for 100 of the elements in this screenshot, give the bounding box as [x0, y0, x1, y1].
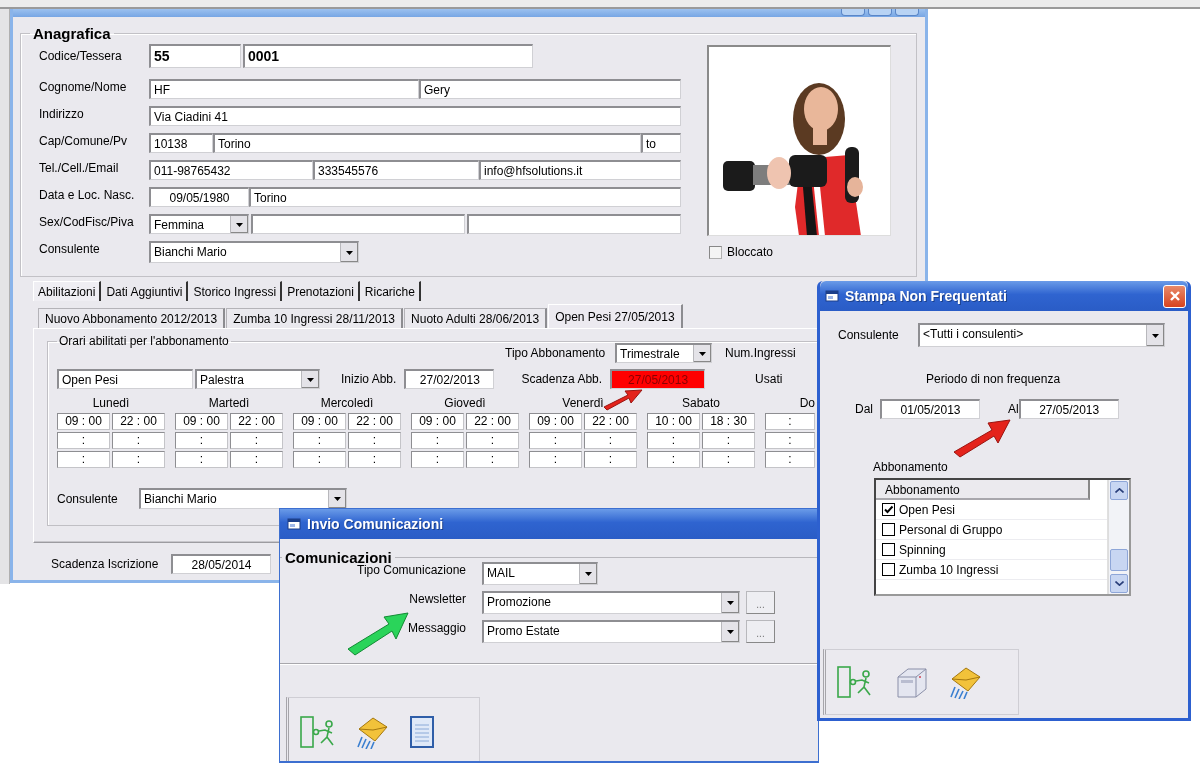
time-field[interactable]: : — [765, 432, 815, 449]
time-field[interactable]: 09 : 00 — [529, 413, 582, 430]
time-field[interactable]: : — [647, 432, 700, 449]
time-field[interactable]: : — [529, 432, 582, 449]
text-field[interactable]: Open Pesi — [57, 369, 193, 389]
checkbox[interactable] — [882, 563, 895, 576]
tab[interactable]: Ricariche — [359, 281, 421, 301]
checkbox[interactable] — [709, 245, 722, 259]
scrollbar-thumb[interactable] — [1110, 549, 1128, 571]
time-field[interactable]: : — [112, 432, 165, 449]
checkbox[interactable] — [882, 503, 895, 516]
checkbox[interactable] — [882, 543, 895, 556]
section-label: Periodo di non frequenza — [926, 372, 1061, 386]
time-field[interactable]: 22 : 00 — [584, 413, 637, 430]
dropdown[interactable]: Trimestrale — [615, 343, 712, 363]
list-item[interactable]: Personal di Gruppo — [899, 522, 1003, 537]
document-icon[interactable] — [407, 715, 437, 749]
time-field[interactable]: 18 : 30 — [702, 413, 755, 430]
title-bar-button[interactable] — [841, 9, 865, 16]
time-field[interactable]: : — [112, 451, 165, 468]
tab[interactable]: Dati Aggiuntivi — [101, 281, 189, 301]
field-label: Sex/CodFisc/Piva — [39, 214, 135, 229]
tab[interactable]: Abilitazioni — [33, 281, 102, 301]
close-button[interactable] — [1163, 284, 1186, 308]
time-field[interactable]: : — [466, 451, 519, 468]
dropdown[interactable]: Promo Estate — [482, 620, 740, 643]
time-field[interactable]: 22 : 00 — [466, 413, 519, 430]
list-item[interactable]: Open Pesi — [899, 502, 956, 517]
time-field[interactable]: : — [765, 451, 815, 468]
text-field[interactable] — [251, 214, 465, 234]
dropdown[interactable]: Palestra — [195, 369, 320, 389]
time-field[interactable]: : — [57, 432, 110, 449]
time-field[interactable]: 09 : 00 — [293, 413, 346, 430]
list-item[interactable]: Spinning — [899, 542, 946, 557]
time-field[interactable]: : — [466, 432, 519, 449]
more-button[interactable]: ... — [746, 591, 775, 614]
dropdown[interactable]: <Tutti i consulenti> — [918, 323, 1165, 347]
time-field[interactable]: : — [57, 451, 110, 468]
checkbox[interactable] — [882, 523, 895, 536]
text-field[interactable]: 333545576 — [313, 160, 479, 180]
time-field[interactable]: : — [348, 432, 401, 449]
time-field[interactable]: : — [584, 451, 637, 468]
time-field[interactable]: : — [765, 413, 815, 430]
text-field[interactable]: 011-98765432 — [149, 160, 313, 180]
text-field[interactable]: HF — [149, 79, 419, 99]
dropdown[interactable]: Femmina — [149, 214, 249, 234]
tab[interactable]: Nuoto Adulti 28/06/2013 — [404, 308, 548, 328]
more-button[interactable]: ... — [746, 620, 775, 643]
tab[interactable]: Prenotazioni — [282, 281, 360, 301]
text-field[interactable]: 10138 — [149, 133, 213, 153]
tab[interactable]: Zumba 10 Ingressi 28/11/2013 — [226, 308, 404, 328]
date-field[interactable]: 27/02/2013 — [404, 369, 495, 389]
time-field[interactable]: : — [230, 451, 283, 468]
date-field[interactable]: 09/05/1980 — [149, 187, 249, 207]
time-field[interactable]: : — [175, 432, 228, 449]
date-field[interactable]: 27/05/2013 — [1018, 399, 1119, 419]
tab[interactable]: Nuovo Abbonamento 2012/2013 — [38, 308, 226, 328]
chevron-down-icon[interactable] — [1114, 581, 1124, 586]
tab[interactable]: Open Pesi 27/05/2013 — [548, 304, 683, 328]
text-field[interactable]: Torino — [249, 187, 681, 207]
text-field[interactable]: 0001 — [243, 44, 533, 68]
time-field[interactable]: 22 : 00 — [230, 413, 283, 430]
time-field[interactable]: : — [647, 451, 700, 468]
time-field[interactable]: : — [293, 451, 346, 468]
tab[interactable]: Storico Ingressi — [188, 281, 283, 301]
time-field[interactable]: : — [411, 451, 464, 468]
time-field[interactable]: : — [175, 451, 228, 468]
text-field[interactable] — [467, 214, 681, 234]
text-field[interactable]: info@hfsolutions.it — [479, 160, 681, 180]
dropdown[interactable]: Bianchi Mario — [139, 488, 347, 509]
day-label: Giovedì — [444, 396, 486, 411]
time-field[interactable]: : — [230, 432, 283, 449]
time-field[interactable]: 09 : 00 — [175, 413, 228, 430]
date-field[interactable]: 28/05/2014 — [171, 554, 271, 574]
time-field[interactable]: : — [293, 432, 346, 449]
time-field[interactable]: : — [702, 451, 755, 468]
list-item[interactable]: Zumba 10 Ingressi — [899, 562, 999, 577]
date-field[interactable]: 01/05/2013 — [880, 399, 980, 419]
title-bar-button[interactable] — [895, 9, 919, 16]
time-field[interactable]: 09 : 00 — [57, 413, 110, 430]
dropdown[interactable]: Promozione — [482, 591, 740, 614]
time-field[interactable]: : — [529, 451, 582, 468]
time-field[interactable]: : — [584, 432, 637, 449]
text-field[interactable]: Gery — [419, 79, 681, 99]
text-field[interactable]: to — [641, 133, 681, 153]
text-field[interactable]: 55 — [149, 44, 241, 68]
title-bar-button[interactable] — [868, 9, 892, 16]
time-field[interactable]: 09 : 00 — [411, 413, 464, 430]
scrollbar[interactable] — [1108, 480, 1129, 594]
time-field[interactable]: 22 : 00 — [112, 413, 165, 430]
dropdown[interactable]: Bianchi Mario — [149, 241, 359, 263]
chevron-up-icon[interactable] — [1114, 488, 1124, 493]
time-field[interactable]: : — [411, 432, 464, 449]
dropdown[interactable]: MAIL — [482, 562, 598, 585]
time-field[interactable]: : — [348, 451, 401, 468]
text-field[interactable]: Via Ciadini 41 — [149, 106, 681, 126]
text-field[interactable]: Torino — [213, 133, 641, 153]
time-field[interactable]: 22 : 00 — [348, 413, 401, 430]
time-field[interactable]: : — [702, 432, 755, 449]
time-field[interactable]: 10 : 00 — [647, 413, 700, 430]
